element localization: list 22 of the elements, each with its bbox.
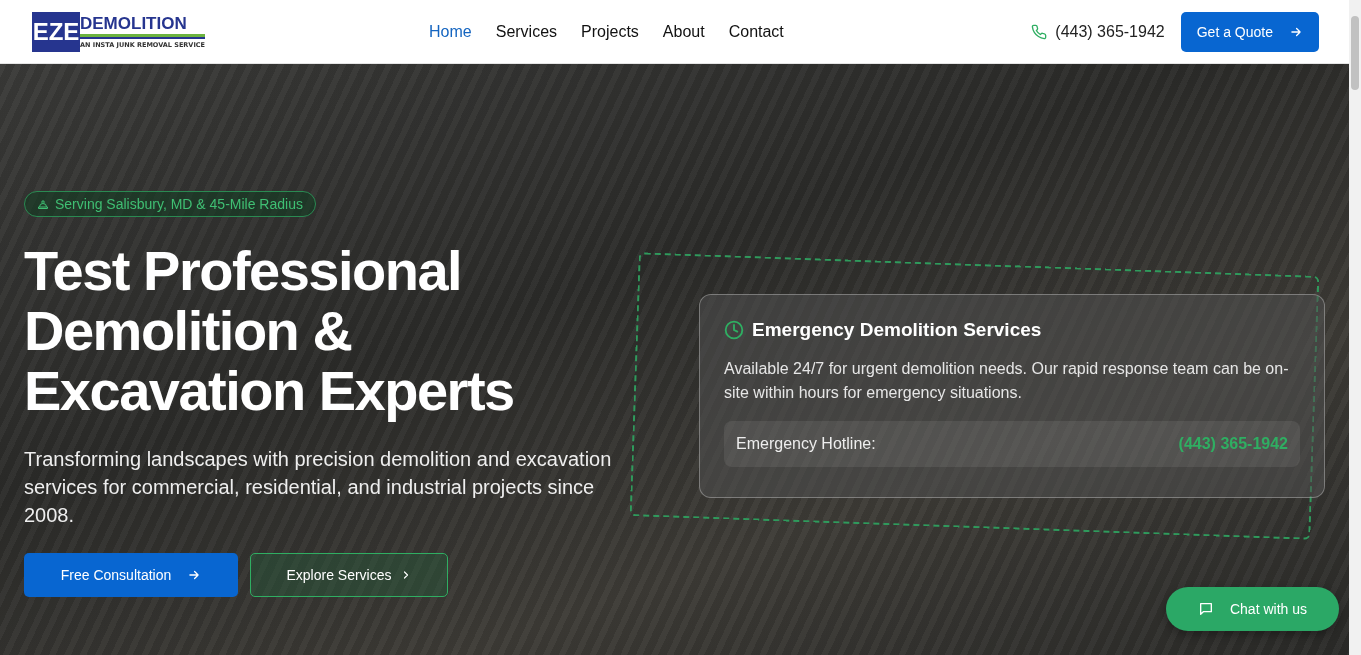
nav-link[interactable]: Projects — [581, 22, 639, 41]
card-title: Emergency Demolition Services — [752, 319, 1042, 341]
logo-mark: EZE — [32, 11, 80, 52]
card-text: Available 24/7 for urgent demolition needs. Our rapid response team can be on-site within hours for emergency situations. — [724, 359, 1290, 403]
hero-subtitle: Transforming landscapes with precision demolition and excavation services for commercial, residential, and industrial projects since 2008. — [24, 447, 613, 528]
nav-link[interactable]: Home — [429, 22, 472, 41]
scrollbar[interactable] — [1349, 0, 1361, 655]
phone-icon — [1031, 23, 1048, 40]
get-quote-button[interactable]: Get a Quote — [1180, 11, 1319, 52]
clock-icon — [724, 320, 744, 340]
nav-link[interactable]: About — [662, 22, 705, 41]
free-consultation-button[interactable]: Free Consultation — [24, 553, 238, 597]
explore-services-button[interactable]: Explore Services — [250, 553, 448, 597]
nav-link[interactable]: Services — [495, 22, 558, 41]
hero-title: Test Professional Demolition & Excavation Experts — [24, 241, 515, 421]
nav-link[interactable]: Contact — [728, 22, 784, 41]
logo-name: DEMOLITION — [80, 11, 205, 37]
hotline-label: Emergency Hotline: — [736, 435, 876, 453]
arrow-right-icon — [187, 568, 202, 582]
chat-icon — [1197, 601, 1214, 617]
phone-number[interactable]: (443) 365-1942 — [1055, 22, 1165, 41]
service-area-badge: Serving Salisbury, MD & 45-Mile Radius — [24, 191, 316, 217]
